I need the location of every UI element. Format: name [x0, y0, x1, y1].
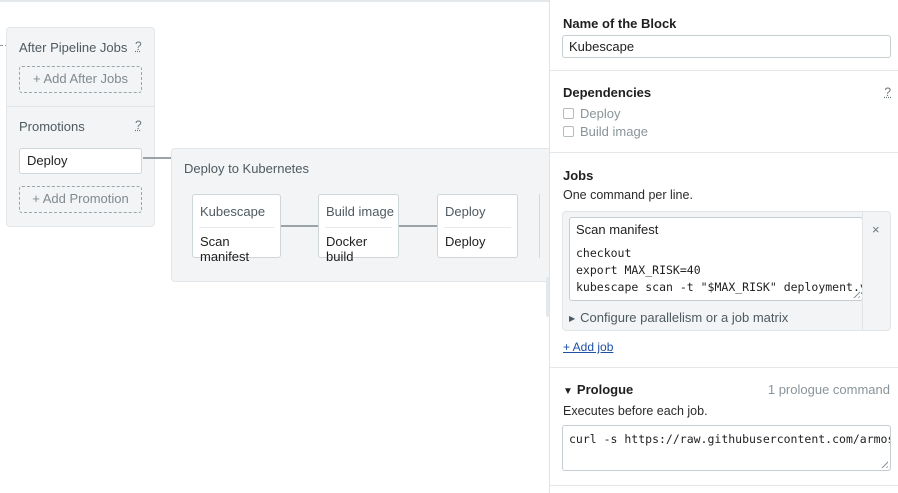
dependencies-section: Dependencies ? Deploy Build image — [550, 71, 898, 153]
block-edge-stub — [539, 194, 540, 258]
section-divider — [550, 485, 898, 486]
block-job: Deploy — [445, 234, 486, 249]
promotion-deploy[interactable]: Deploy — [19, 148, 142, 174]
dependency-deploy[interactable]: Deploy — [563, 105, 620, 121]
triangle-down-icon: ▼ — [563, 386, 573, 397]
jobs-label: Jobs — [563, 168, 594, 183]
block-name: Build image — [326, 204, 394, 219]
dependency-label: Deploy — [580, 105, 621, 121]
block-job: Scan manifest — [200, 234, 250, 264]
block-separator — [444, 227, 511, 228]
canvas-top-border — [0, 0, 549, 2]
section-divider — [7, 106, 154, 107]
promotions-help-icon[interactable]: ? — [135, 118, 142, 132]
jobs-subtitle: One command per line. — [563, 188, 693, 202]
add-after-jobs-button[interactable]: + Add After Jobs — [19, 66, 142, 93]
triangle-right-icon: ▶ — [569, 314, 576, 323]
block-connector — [399, 225, 437, 227]
command-line: curl -s https://raw.githubusercontent.co… — [569, 432, 891, 446]
block-connector — [281, 225, 318, 227]
promotions-title: Promotions — [19, 119, 85, 134]
command-line: export MAX_RISK=40 — [576, 263, 701, 277]
prologue-label: Prologue — [576, 382, 634, 397]
block-editor-sidebar: Name of the Block Dependencies ? Deploy … — [549, 0, 898, 493]
prologue-commands-editor[interactable]: curl -s https://raw.githubusercontent.co… — [562, 425, 891, 471]
block-job: Docker build — [326, 234, 368, 264]
workflow-canvas: After Pipeline Jobs ? + Add After Jobs P… — [0, 0, 549, 493]
close-icon[interactable]: × — [872, 222, 880, 237]
block-name: Kubescape — [200, 204, 266, 219]
after-pipeline-help-icon[interactable]: ? — [135, 39, 142, 53]
after-pipeline-title: After Pipeline Jobs — [19, 40, 128, 55]
block-deploy[interactable]: Deploy Deploy — [437, 194, 518, 258]
deploy-pipeline-title: Deploy to Kubernetes — [184, 161, 310, 176]
block-name-section: Name of the Block — [550, 0, 898, 71]
dependency-build-image[interactable]: Build image — [563, 123, 648, 139]
checkbox[interactable] — [563, 125, 574, 137]
dependencies-label: Dependencies — [563, 85, 652, 100]
deploy-pipeline-panel: Deploy to Kubernetes Kubescape Scan mani… — [171, 148, 549, 282]
block-separator — [325, 227, 392, 228]
block-build-image[interactable]: Build image Docker build — [318, 194, 399, 264]
prologue-toggle[interactable]: ▼ Prologue — [563, 382, 633, 397]
promotion-connector — [143, 157, 172, 159]
job-card: checkout export MAX_RISK=40 kubescape sc… — [562, 211, 891, 331]
job-actions: × — [862, 212, 890, 330]
block-separator — [199, 227, 274, 228]
parallelism-label: Configure parallelism or a job matrix — [580, 310, 789, 325]
block-name-label: Name of the Block — [563, 16, 677, 31]
job-name-input[interactable] — [569, 217, 863, 241]
prologue-description: Executes before each job. — [563, 404, 708, 418]
pipeline-side-panel: After Pipeline Jobs ? + Add After Jobs P… — [6, 27, 155, 227]
configure-parallelism-toggle[interactable]: ▶ Configure parallelism or a job matrix — [569, 310, 788, 325]
add-promotion-button[interactable]: + Add Promotion — [19, 186, 142, 213]
dependency-label: Build image — [580, 123, 648, 139]
job-commands-editor[interactable]: checkout export MAX_RISK=40 kubescape sc… — [569, 240, 863, 301]
prologue-count: 1 prologue command — [767, 382, 890, 397]
block-name-input[interactable] — [562, 35, 891, 58]
dependencies-help-icon[interactable]: ? — [884, 85, 891, 99]
block-name: Deploy — [445, 204, 486, 219]
command-line: checkout — [576, 246, 632, 260]
add-job-link[interactable]: + Add job — [563, 340, 613, 354]
block-kubescape[interactable]: Kubescape Scan manifest — [192, 194, 281, 264]
command-line: kubescape scan -t "$MAX_RISK" deployment… — [576, 280, 863, 294]
checkbox[interactable] — [563, 107, 574, 119]
resize-grip-icon[interactable] — [879, 459, 888, 468]
